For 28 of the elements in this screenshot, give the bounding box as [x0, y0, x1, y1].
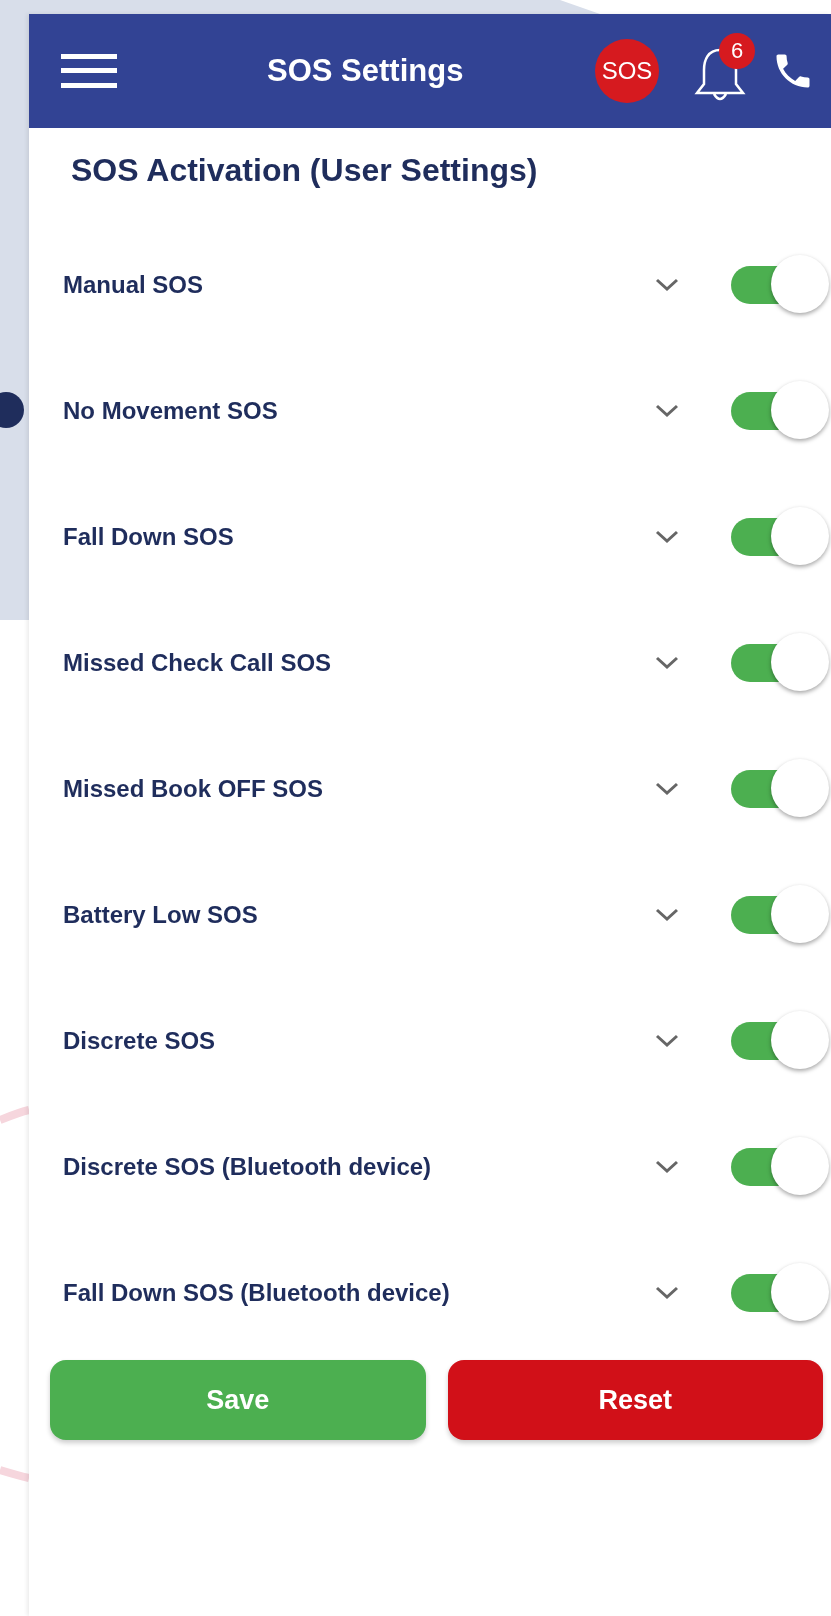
section-title: SOS Activation (User Settings) — [70, 151, 539, 190]
setting-label: Discrete SOS (Bluetooth device) — [63, 1153, 433, 1181]
chevron-icon[interactable] — [655, 404, 679, 418]
setting-label: Missed Book OFF SOS — [63, 775, 325, 803]
sos-button[interactable]: SOS — [595, 39, 659, 103]
setting-label: No Movement SOS — [63, 397, 279, 425]
notification-button[interactable]: 6 — [685, 33, 755, 109]
chevron-icon[interactable] — [655, 1160, 679, 1174]
chevron-icon[interactable] — [655, 1034, 679, 1048]
chevron-icon[interactable] — [655, 656, 679, 670]
setting-label: Battery Low SOS — [63, 901, 259, 929]
chevron-icon[interactable] — [655, 908, 679, 922]
chevron-icon[interactable] — [655, 1286, 679, 1300]
save-button[interactable]: Save — [50, 1360, 426, 1440]
reset-button[interactable]: Reset — [447, 1360, 823, 1440]
notification-count: 6 — [719, 33, 755, 69]
chevron-icon[interactable] — [655, 530, 679, 544]
setting-label: Discrete SOS — [63, 1027, 217, 1055]
chevron-icon[interactable] — [655, 278, 679, 292]
screen-title: SOS Settings — [267, 53, 465, 89]
menu-icon[interactable] — [61, 53, 117, 89]
setting-label: Missed Check Call SOS — [63, 649, 333, 677]
decorative-arc — [0, 1106, 30, 1124]
decorative-arc — [0, 1466, 30, 1482]
setting-label: Fall Down SOS (Bluetooth device) — [63, 1279, 451, 1307]
setting-label: Manual SOS — [63, 271, 205, 299]
setting-label: Fall Down SOS — [63, 523, 235, 551]
chevron-icon[interactable] — [655, 782, 679, 796]
